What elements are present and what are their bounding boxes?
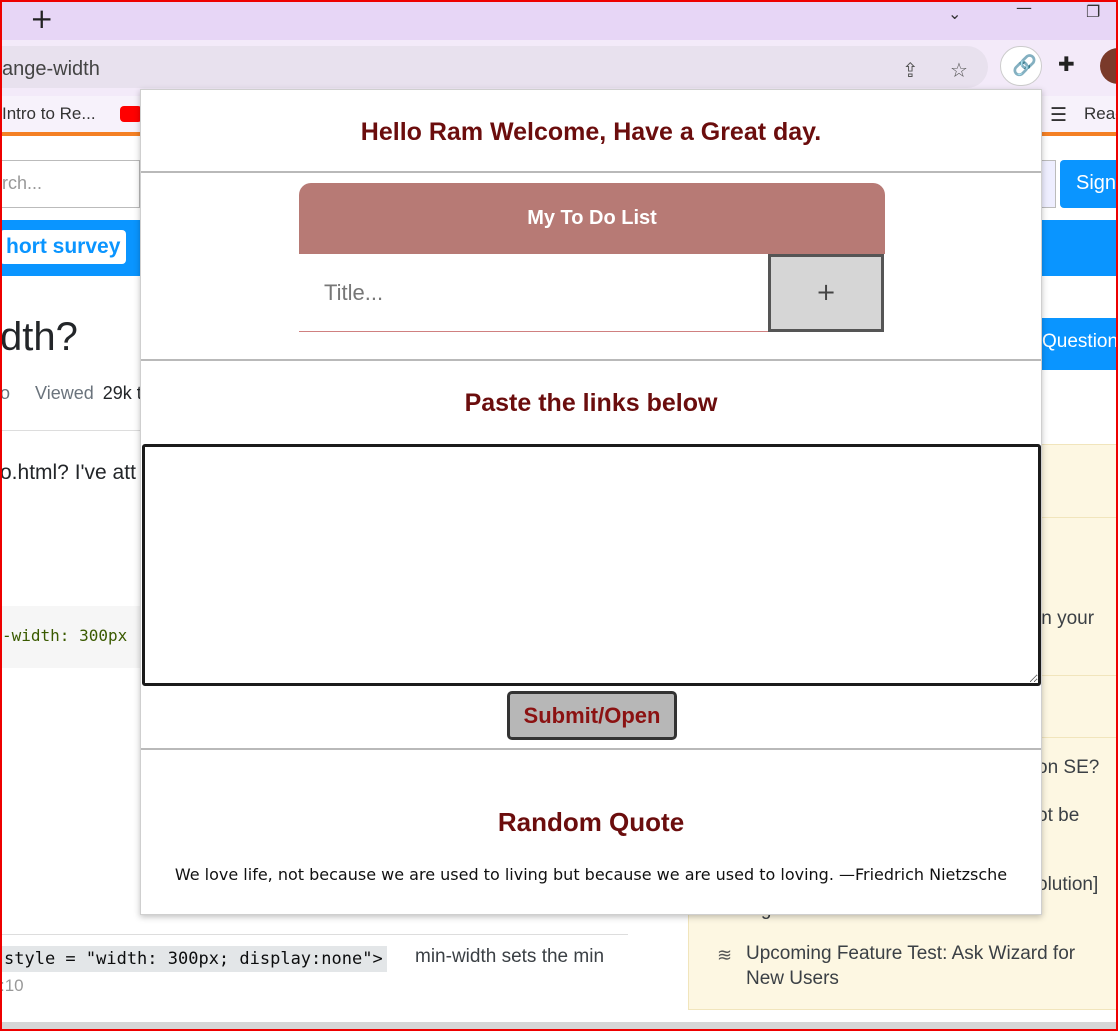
extensions-puzzle-icon[interactable]: ✚ (1058, 52, 1075, 76)
quote-text: We love life, not because we are used to… (174, 865, 1008, 884)
url-text[interactable]: ange-width (2, 58, 100, 81)
extension-popup: Hello Ram Welcome, Have a Great day. My … (140, 89, 1042, 915)
site-search-input[interactable]: rch... (0, 160, 140, 208)
link-icon: 🔗 (1012, 53, 1037, 77)
todo-title-input[interactable] (299, 254, 768, 332)
answer-text: min-width sets the min (415, 946, 605, 967)
minimize-icon[interactable]: — (1016, 0, 1032, 17)
meta-prefix: o (0, 383, 11, 403)
link-extension-button[interactable]: 🔗 (1000, 46, 1042, 86)
code-block: -width: 300px (0, 606, 140, 668)
inline-code: style = "width: 300px; display:none"> (0, 946, 387, 972)
survey-link[interactable]: hort survey (0, 230, 127, 264)
survey-banner: hort survey (0, 220, 140, 276)
meta-viewed-value: 29k t (102, 383, 142, 403)
reading-list-icon[interactable]: ☰ (1050, 104, 1067, 127)
greeting-heading: Hello Ram Welcome, Have a Great day. (360, 118, 822, 146)
todo-header: My To Do List (299, 183, 885, 254)
chevron-down-icon[interactable]: ⌄ (948, 4, 961, 23)
quote-heading: Random Quote (497, 807, 685, 837)
divider (141, 748, 1041, 750)
share-icon[interactable]: ⇪ (902, 58, 919, 82)
youtube-icon[interactable] (120, 106, 142, 122)
bookmark-intro[interactable]: Intro to Re... (2, 104, 96, 124)
avatar[interactable] (1100, 48, 1118, 84)
question-title[interactable]: dth? (0, 315, 78, 360)
survey-banner-edge (1040, 220, 1118, 276)
question-body: o.html? I've att (0, 461, 136, 484)
bookmark-star-icon[interactable]: ☆ (950, 58, 968, 82)
links-textarea[interactable] (142, 444, 1041, 686)
sidebar-text-olution[interactable]: olution] (1037, 874, 1098, 896)
new-tab-button[interactable]: + (30, 2, 53, 35)
stack-overflow-icon: ≋ (717, 945, 733, 965)
question-meta: o Viewed 29k t (0, 383, 142, 404)
divider (0, 934, 628, 935)
sidebar-text-in-your[interactable]: in your (1037, 608, 1094, 630)
links-heading: Paste the links below (464, 389, 718, 417)
reading-list-label[interactable]: Read (1084, 104, 1118, 124)
submit-open-button[interactable]: Submit/Open (507, 691, 677, 740)
restore-icon[interactable]: ❐ (1086, 2, 1100, 21)
sidebar-link-upcoming-1[interactable]: Upcoming Feature Test: Ask Wizard for (746, 943, 1075, 965)
sidebar-link-upcoming-2[interactable]: New Users (746, 968, 839, 990)
ask-question-button[interactable]: Question (1036, 318, 1118, 370)
sidebar-text-on-se[interactable]: on SE? (1037, 757, 1099, 779)
address-bar[interactable]: ange-width ⇪ ☆ (0, 46, 988, 88)
meta-viewed-label: Viewed (35, 383, 94, 403)
sign-up-button[interactable]: Sign (1060, 160, 1118, 208)
browser-toolbar: ange-width ⇪ ☆ 🔗 ✚ (0, 40, 1118, 96)
sidebar-text-ot-be[interactable]: ot be (1037, 805, 1079, 827)
add-todo-button[interactable]: + (768, 254, 884, 332)
horizontal-scrollbar[interactable] (0, 1022, 1118, 1031)
divider (141, 171, 1041, 173)
divider (141, 359, 1041, 361)
answer-meta: :10 (0, 976, 24, 995)
browser-titlebar: + ⌄ — ❐ (0, 0, 1118, 40)
divider (0, 430, 140, 431)
search-field-edge[interactable] (1040, 160, 1056, 208)
